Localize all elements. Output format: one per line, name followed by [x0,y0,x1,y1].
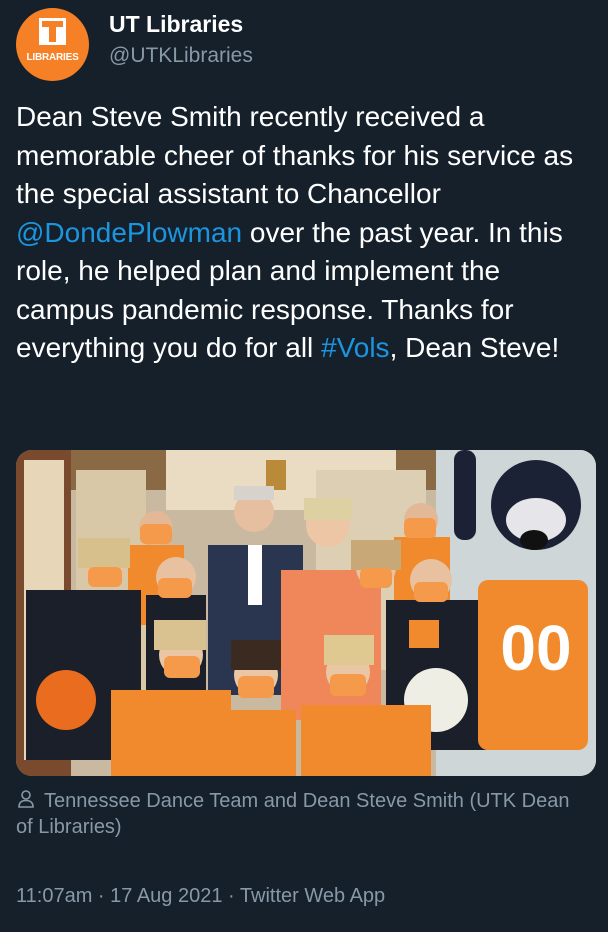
tweet-text: Dean Steve Smith recently received a mem… [16,98,596,368]
tweet-text-part: Dean Steve Smith recently received a mem… [16,101,574,209]
separator: · [92,885,111,907]
caption-text: Tennessee Dance Team and Dean Steve Smit… [16,790,570,838]
photo-caption: Tennessee Dance Team and Dean Steve Smit… [16,788,586,840]
tweet-date[interactable]: 17 Aug 2021 [110,885,222,907]
tweet-photo[interactable]: 00 [16,450,596,776]
mascot-jersey-number: 00 [500,612,571,684]
tweet-text-part: , Dean Steve! [389,332,560,363]
avatar[interactable]: LIBRARIES [16,8,89,81]
tweet-metadata: 11:07am · 17 Aug 2021 · Twitter Web App [16,885,385,908]
person-icon [16,789,38,809]
tweet-time[interactable]: 11:07am [16,885,92,907]
power-t-logo-icon [39,18,66,45]
author-handle[interactable]: @UTKLibraries [109,44,253,68]
separator: · [222,885,240,907]
hashtag-link[interactable]: #Vols [321,332,390,363]
avatar-label: LIBRARIES [26,52,79,63]
tweet-source[interactable]: Twitter Web App [240,885,385,907]
mention-link[interactable]: @DondePlowman [16,217,242,248]
author-name[interactable]: UT Libraries [109,11,243,38]
tweet-header: LIBRARIES UT Libraries @UTKLibraries [16,8,592,82]
